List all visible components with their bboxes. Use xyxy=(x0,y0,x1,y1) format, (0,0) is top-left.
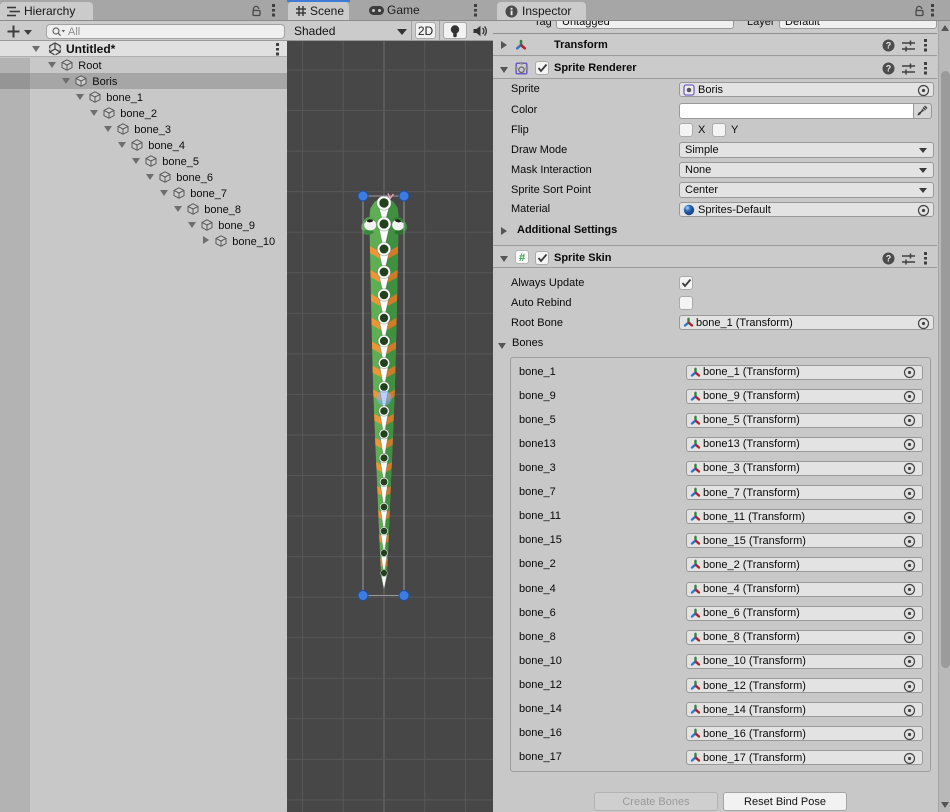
svg-text:?: ? xyxy=(886,64,892,74)
svg-text:?: ? xyxy=(886,41,892,51)
svg-text:?: ? xyxy=(886,254,892,264)
